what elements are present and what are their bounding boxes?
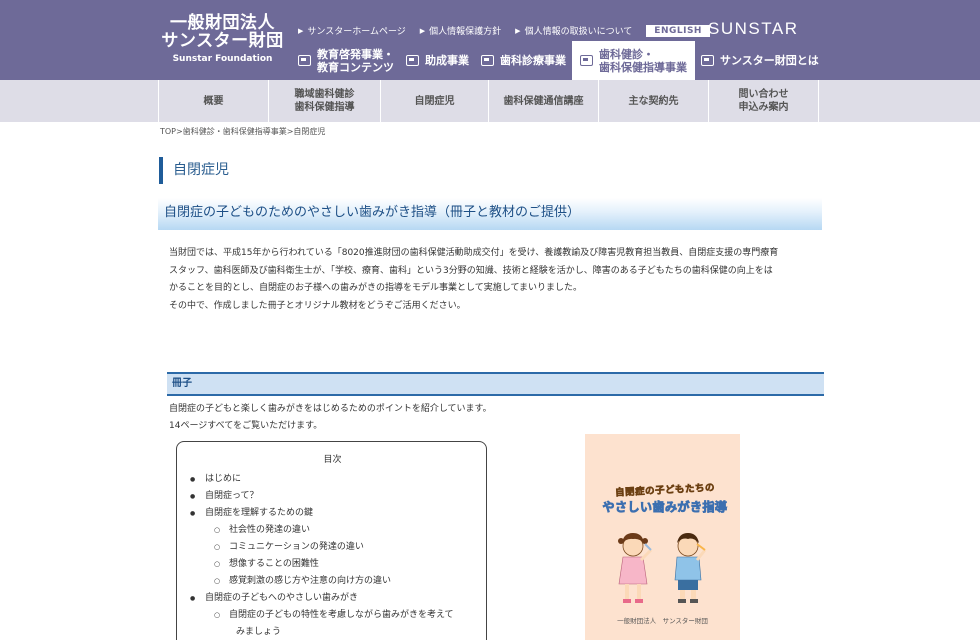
subnav-label-line2: 申込み案内 [738, 102, 789, 113]
toplink-privacy-policy[interactable]: ▶ 個人情報保護方針 [419, 24, 502, 38]
sub-nav: 概要 職域歯科健診 歯科保健指導 自閉症児 歯科保健通信講座 主な契約先 問い合わ… [0, 80, 980, 122]
sunstar-brand-logo[interactable]: SUNSTAR [708, 19, 798, 39]
mainnav-label: 助成事業 [425, 54, 469, 67]
mainnav-dental-clinic[interactable]: 歯科診療事業 [475, 41, 572, 80]
triangle-right-icon: ▶ [419, 26, 426, 35]
toplink-privacy-handling[interactable]: ▶ 個人情報の取扱いについて [515, 24, 633, 38]
toc-item: 自閉症の子どもへのやさしい歯みがき [189, 590, 476, 607]
breadcrumb-current: 自閉症児 [293, 127, 326, 136]
toc-subitem: 感覚刺激の感じ方や注意の向け方の違い [189, 573, 476, 590]
toplink-label: 個人情報の取扱いについて [524, 27, 633, 37]
mainnav-label: 歯科診療事業 [500, 54, 566, 67]
subnav-correspondence-course[interactable]: 歯科保健通信講座 [489, 80, 599, 122]
cover-title-line1: 自閉症の子どもたちの [614, 482, 716, 499]
booklet-desc-line: 14ページすべてをご覧いただけます。 [169, 421, 323, 431]
subnav-overview[interactable]: 概要 [159, 80, 269, 122]
cover-title-line2: やさしい歯みがき指導 [602, 500, 728, 515]
intro-line: スタッフ、歯科医師及び歯科衛生士が、「学校、療育、歯科」という3分野の知識、技術… [169, 265, 773, 276]
main-nav: 教育啓発事業・ 教育コンテンツ 助成事業 歯科診療事業 歯科健診・ 歯科保健指導事業… [292, 41, 825, 80]
subnav-label: 歯科保健通信講座 [503, 95, 584, 107]
booklet-desc-line: 自閉症の子どもと楽しく歯みがきをはじめるためのポイントを紹介しています。 [169, 404, 492, 414]
breadcrumb-top[interactable]: TOP [160, 127, 176, 136]
logo-jp-line1: 一般財団法人 [170, 13, 275, 33]
mainnav-label-line2: 教育コンテンツ [317, 60, 394, 74]
toc-item: 自閉症って？ [189, 488, 476, 505]
mainnav-grants[interactable]: 助成事業 [400, 41, 475, 80]
breadcrumb-sep: > [176, 127, 183, 136]
site-logo[interactable]: 一般財団法人 サンスター財団 Sunstar Foundation [160, 14, 285, 66]
toc-subitem-continued: みましょう [236, 627, 282, 637]
subnav-contractors[interactable]: 主な契約先 [599, 80, 709, 122]
section-heading: 自閉症の子どものためのやさしい歯みがき指導（冊子と教材のご提供） [158, 198, 822, 230]
toc-subitem: コミュニケーションの発達の違い [189, 539, 476, 556]
intro-text: 当財団では、平成15年から行われている「8020推進財団の歯科保健活動助成交付」… [169, 245, 824, 315]
toc-subitem: 社会性の発達の違い [189, 522, 476, 539]
triangle-right-icon: ▶ [515, 26, 521, 35]
table-of-contents: 目次 はじめに 自閉症って？ 自閉症を理解するための鍵 社会性の発達の違い コミ… [176, 441, 487, 640]
mainnav-education[interactable]: 教育啓発事業・ 教育コンテンツ [292, 41, 400, 80]
girl-figure [618, 533, 653, 603]
intro-line: かることを目的とし、自閉症のお子様への歯みがきの指導をモデル事業として実施してま… [169, 283, 583, 293]
toplink-sunstar-home[interactable]: ▶ サンスターホームページ [298, 24, 406, 38]
window-icon [580, 55, 593, 66]
breadcrumb: TOP>歯科健診・歯科保健指導事業>自閉症児 [160, 126, 325, 137]
subnav-label: 概要 [203, 95, 224, 107]
toplink-label: サンスターホームページ [307, 27, 406, 37]
top-links: ▶ サンスターホームページ ▶ 個人情報保護方針 ▶ 個人情報の取扱いについて … [298, 24, 710, 37]
toc-item: はじめに [189, 471, 476, 488]
booklet-description: 自閉症の子どもと楽しく歯みがきをはじめるためのポイントを紹介しています。 14ペ… [169, 401, 492, 435]
booklet-heading: 冊子 [167, 372, 824, 396]
toc-subitem: 自閉症の子どもの特性を考慮しながら歯みがきを考えて [189, 607, 476, 624]
mainnav-label-line2: 歯科保健指導事業 [599, 60, 687, 74]
breadcrumb-parent[interactable]: 歯科健診・歯科保健指導事業 [183, 127, 287, 136]
boy-figure [674, 533, 707, 603]
mainnav-label-line1: 歯科健診・ [599, 47, 654, 61]
window-icon [406, 55, 419, 66]
booklet-cover-image[interactable]: 自閉症の子どもたちの やさしい歯みがき指導 一般財団法人 サンスター財団 [585, 434, 740, 640]
subnav-autism[interactable]: 自閉症児 [381, 80, 489, 122]
page-title: 自閉症児 [159, 157, 229, 184]
mainnav-about[interactable]: サンスター財団とは [695, 41, 825, 80]
subnav-label-line2: 歯科保健指導 [294, 102, 355, 113]
cover-footer: 一般財団法人 サンスター財団 [617, 617, 708, 625]
window-icon [701, 55, 714, 66]
site-header: 一般財団法人 サンスター財団 Sunstar Foundation ▶ サンスタ… [0, 0, 980, 80]
subnav-label-line1: 職域歯科健診 [294, 89, 355, 100]
logo-jp-line2: サンスター財団 [161, 31, 284, 51]
window-icon [481, 55, 494, 66]
window-icon [298, 55, 311, 66]
toc-subitem: 想像することの困難性 [189, 556, 476, 573]
mainnav-label-line1: 教育啓発事業・ [317, 47, 394, 61]
english-button[interactable]: ENGLISH [646, 24, 710, 37]
mainnav-label: サンスター財団とは [720, 54, 819, 67]
intro-line: その中で、作成しました冊子とオリジナル教材をどうぞご活用ください。 [169, 300, 466, 311]
subnav-label: 自閉症児 [414, 95, 455, 107]
triangle-right-icon: ▶ [298, 26, 304, 35]
intro-line: 当財団では、平成15年から行われている「8020推進財団の歯科保健活動助成交付」… [169, 248, 779, 258]
toc-title: 目次 [323, 455, 342, 465]
toc-item: 自閉症を理解するための鍵 [189, 505, 476, 522]
mainnav-dental-checkup[interactable]: 歯科健診・ 歯科保健指導事業 [572, 41, 695, 80]
subnav-label-line1: 問い合わせ [738, 89, 789, 100]
subnav-workplace-checkup[interactable]: 職域歯科健診 歯科保健指導 [269, 80, 381, 122]
subnav-label: 主な契約先 [628, 95, 679, 107]
subnav-contact[interactable]: 問い合わせ申込み案内 [709, 80, 819, 122]
logo-en: Sunstar Foundation [172, 54, 273, 64]
toplink-label: 個人情報保護方針 [429, 27, 502, 37]
